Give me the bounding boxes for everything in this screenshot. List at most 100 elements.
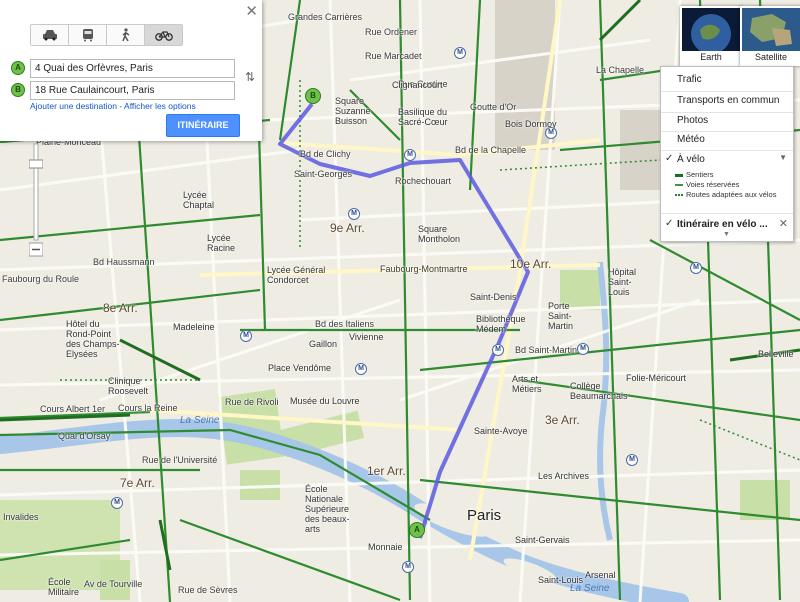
place-label: Invalides <box>3 512 39 522</box>
layer-photos[interactable]: Photos <box>677 115 708 126</box>
dropdown-arrow-icon[interactable]: ▼ <box>779 153 787 162</box>
route-start-marker[interactable]: A <box>409 522 425 538</box>
metro-icon: M <box>545 127 557 139</box>
seine-label: La Seine <box>180 415 220 426</box>
place-label: Clinique Roosevelt <box>108 376 149 396</box>
place-label: Lycée Chaptal <box>183 190 215 210</box>
arrondissement-label: 1er Arr. <box>367 464 406 478</box>
checkmark-icon: ✓ <box>665 218 674 229</box>
satellite-map-icon <box>742 8 800 51</box>
transit-icon <box>82 28 93 41</box>
car-mode-button[interactable] <box>31 25 69 45</box>
show-options-link[interactable]: Afficher les options <box>124 101 196 111</box>
layer-transit[interactable]: Transports en commun <box>677 95 779 106</box>
earth-tile[interactable]: Earth <box>680 6 742 66</box>
layer-weather[interactable]: Météo <box>677 134 705 145</box>
close-icon[interactable]: ✕ <box>779 217 788 230</box>
street-label: Faubourg-Montmartre <box>380 264 468 274</box>
route-end-marker[interactable]: B <box>305 88 321 104</box>
metro-icon: M <box>690 262 702 274</box>
city-label: Paris <box>467 507 502 524</box>
arrondissement-label: 3e Arr. <box>545 413 580 427</box>
zoom-slider-track[interactable] <box>33 143 39 241</box>
legend-lanes: Voies réservées <box>675 180 739 189</box>
link-separator: - <box>116 101 125 111</box>
place-label: Saint-Louis <box>538 575 584 585</box>
place-label: Basilique du Sacré-Cœur <box>398 107 448 127</box>
origin-marker-icon: A <box>11 61 25 75</box>
place-label: Place Vendôme <box>268 363 332 373</box>
place-label: Folie-Méricourt <box>626 373 687 383</box>
street-label: Bd Haussmann <box>93 257 155 267</box>
street-label: Faubourg du Roule <box>2 274 80 284</box>
legend-lanes-label: Voies réservées <box>686 180 740 189</box>
street-label: Bd des Italiens <box>315 319 375 329</box>
transit-mode-button[interactable] <box>69 25 107 45</box>
place-label: Musée du Louvre <box>290 396 360 406</box>
directions-panel: ✕ A B ⇅ Ajouter une destination - Affich… <box>0 0 262 141</box>
expand-arrow-icon[interactable]: ▼ <box>723 231 730 238</box>
satellite-tile[interactable]: Satellite <box>740 6 800 66</box>
walk-icon <box>121 28 129 42</box>
layer-bike-route[interactable]: Itinéraire en vélo ... <box>677 219 768 230</box>
street-label: La Chapelle <box>596 65 645 75</box>
legend-trails-swatch <box>675 173 683 177</box>
metro-icon: M <box>454 47 466 59</box>
place-label: Arsenal <box>585 570 616 580</box>
zoom-control <box>29 143 43 257</box>
place-label: Bibliothèque Médem <box>476 314 526 334</box>
destination-marker-icon: B <box>11 83 25 97</box>
metro-icon: M <box>240 330 252 342</box>
place-label: École Nationale Supérieure des beaux-art… <box>305 484 350 534</box>
street-label: Bd de Clichy <box>300 149 351 159</box>
car-icon <box>42 30 57 41</box>
destination-input[interactable] <box>30 81 235 100</box>
arrondissement-label: 7e Arr. <box>120 476 155 490</box>
close-icon[interactable]: ✕ <box>245 2 258 20</box>
legend-routes-label: Routes adaptées aux vélos <box>686 190 777 199</box>
street-label: Cours la Reine <box>118 403 178 413</box>
checkmark-icon: ✓ <box>665 153 674 164</box>
bike-icon <box>154 31 173 41</box>
metro-icon: M <box>404 149 416 161</box>
divider <box>661 112 793 113</box>
legend-lanes-swatch <box>675 184 683 187</box>
street-label: Rue de Sèvres <box>178 585 238 595</box>
rail-yard-east <box>620 110 660 190</box>
origin-input[interactable] <box>30 59 235 78</box>
place-label: Clignancourt <box>392 80 443 90</box>
place-label: Lycée Racine <box>207 233 236 253</box>
zoom-slider-handle[interactable] <box>29 159 43 169</box>
bike-mode-button[interactable] <box>145 25 182 45</box>
street-label: Bd de la Chapelle <box>455 145 527 155</box>
add-destination-link[interactable]: Ajouter une destination <box>30 101 117 111</box>
earth-tile-label: Earth <box>682 51 740 64</box>
earth-globe-icon <box>682 8 740 51</box>
street-label: Cours Albert 1er <box>40 404 106 414</box>
get-directions-button[interactable]: ITINÉRAIRE <box>166 114 240 137</box>
street-label: Rue Ordener <box>365 27 418 37</box>
metro-icon: M <box>348 208 360 220</box>
street-label: Rochechouart <box>395 176 452 186</box>
metro-icon: M <box>626 454 638 466</box>
place-label: Porte Saint-Martin <box>548 301 574 331</box>
street-label: Rue de l'Université <box>142 455 218 465</box>
place-label: Les Archives <box>538 471 590 481</box>
place-label: Hôtel du Rond-Point des Champs-Elysées <box>66 319 120 359</box>
place-label: Square Suzanne Buisson <box>335 96 371 126</box>
street-label: Rue de Rivoli <box>225 397 279 407</box>
swap-waypoints-icon[interactable]: ⇅ <box>245 70 255 84</box>
street-label: Grandes Carrières <box>288 12 363 22</box>
legend-routes-swatch <box>675 194 683 197</box>
divider <box>661 150 793 151</box>
place-label: Collège Beaumarchais <box>570 381 628 401</box>
direction-links: Ajouter une destination - Afficher les o… <box>30 101 196 111</box>
place-label: Arts et Métiers <box>512 374 542 394</box>
walk-mode-button[interactable] <box>107 25 145 45</box>
place-label: Madeleine <box>173 322 215 332</box>
layer-traffic[interactable]: Trafic <box>677 74 702 85</box>
street-label: Av de Tourville <box>84 579 143 589</box>
metro-icon: M <box>492 344 504 356</box>
arrondissement-label: 10e Arr. <box>510 257 552 271</box>
layer-bike[interactable]: À vélo <box>677 154 705 165</box>
